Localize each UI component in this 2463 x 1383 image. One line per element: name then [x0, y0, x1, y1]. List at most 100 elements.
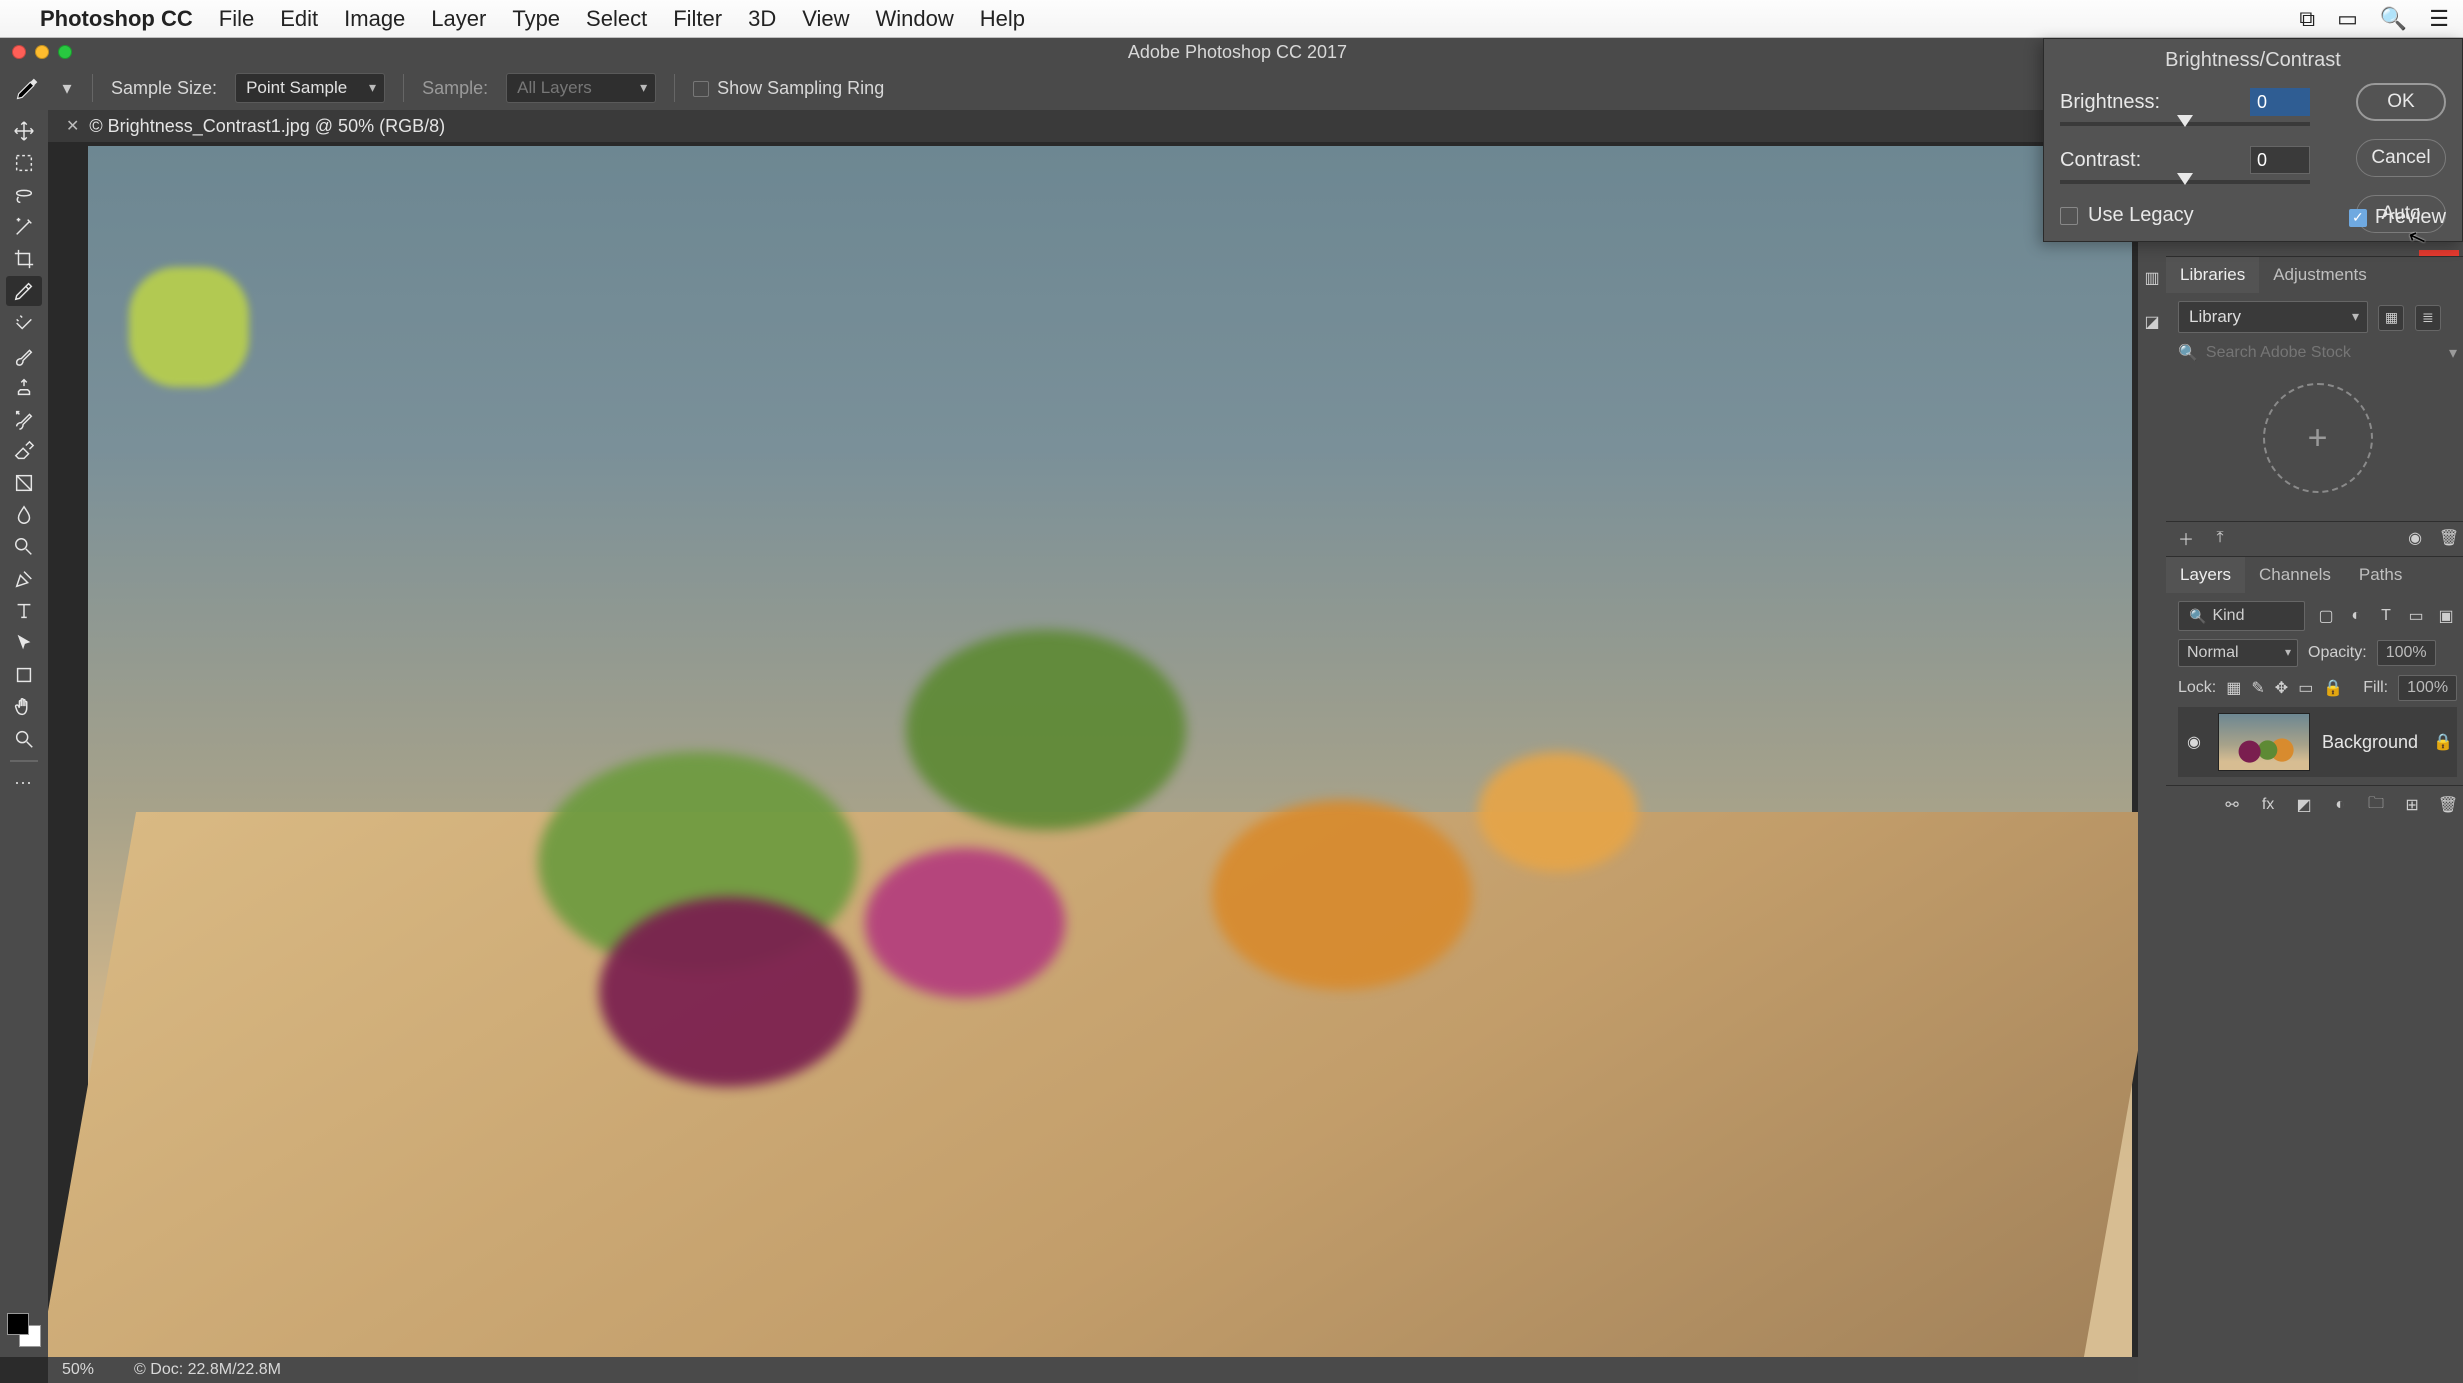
contrast-input[interactable] [2250, 146, 2310, 174]
layer-lock-icon[interactable]: 🔒 [2433, 732, 2453, 752]
cancel-button[interactable]: Cancel [2356, 139, 2446, 177]
new-layer-icon[interactable]: ⊞ [2401, 794, 2423, 816]
lock-transparent-icon[interactable]: ▦ [2226, 678, 2241, 698]
spot-heal-tool[interactable] [6, 308, 42, 338]
lock-artboard-icon[interactable]: ▭ [2298, 678, 2313, 698]
layer-thumbnail[interactable] [2218, 713, 2310, 771]
tab-paths[interactable]: Paths [2345, 557, 2416, 593]
history-brush-tool[interactable] [6, 404, 42, 434]
search-stock-input[interactable] [2206, 344, 2441, 362]
gradient-tool[interactable] [6, 468, 42, 498]
close-tab-icon[interactable]: ✕ [66, 116, 79, 136]
menu-layer[interactable]: Layer [431, 6, 486, 32]
preview-mode-icon[interactable]: ◉ [2405, 528, 2425, 548]
list-view-button[interactable]: ≣ [2415, 305, 2441, 331]
layer-mask-icon[interactable]: ◩ [2293, 794, 2315, 816]
tab-adjustments[interactable]: Adjustments [2259, 257, 2381, 293]
canvas-area[interactable] [48, 142, 2138, 1357]
lasso-tool[interactable] [6, 180, 42, 210]
preview-checkbox[interactable]: ✓ Preview [2349, 206, 2446, 229]
filter-type-icon[interactable]: T [2375, 605, 2397, 627]
menu-select[interactable]: Select [586, 6, 647, 32]
menu-type[interactable]: Type [512, 6, 560, 32]
hand-tool[interactable] [6, 692, 42, 722]
slider-thumb-icon[interactable] [2177, 115, 2193, 127]
document-tab[interactable]: ✕ © Brightness_Contrast1.jpg @ 50% (RGB/… [52, 110, 459, 142]
clone-stamp-tool[interactable] [6, 372, 42, 402]
menu-window[interactable]: Window [876, 6, 954, 32]
shape-tool[interactable] [6, 660, 42, 690]
eraser-tool[interactable] [6, 436, 42, 466]
grid-view-button[interactable]: ▦ [2378, 305, 2404, 331]
opacity-input[interactable]: 100% [2377, 640, 2436, 666]
layer-group-icon[interactable]: 🗀 [2365, 794, 2387, 816]
marquee-tool[interactable] [6, 148, 42, 178]
eyedropper-tool[interactable] [6, 276, 42, 306]
display-icon[interactable]: ▭ [2337, 6, 2358, 32]
show-sampling-ring-checkbox[interactable]: Show Sampling Ring [693, 78, 884, 99]
doc-info[interactable]: © Doc: 22.8M/22.8M [134, 1361, 281, 1379]
add-content-button[interactable]: ＋ [2176, 528, 2196, 548]
layer-kind-filter[interactable]: 🔍Kind [2178, 601, 2305, 631]
filter-pixel-icon[interactable]: ▢ [2315, 605, 2337, 627]
zoom-level[interactable]: 50% [62, 1361, 94, 1379]
histogram-panel-icon[interactable]: ▥ [2138, 264, 2166, 292]
type-tool[interactable] [6, 596, 42, 626]
edit-toolbar-button[interactable]: ⋯ [6, 768, 42, 798]
menu-3d[interactable]: 3D [748, 6, 776, 32]
app-menu[interactable]: Photoshop CC [40, 6, 193, 32]
link-layers-icon[interactable]: ⚯ [2221, 794, 2243, 816]
layer-row[interactable]: ◉ Background 🔒 [2178, 707, 2457, 777]
menu-image[interactable]: Image [344, 6, 405, 32]
ok-button[interactable]: OK [2356, 83, 2446, 121]
chevron-down-icon[interactable]: ▾ [2449, 343, 2457, 363]
menu-extras-icon[interactable]: ☰ [2429, 6, 2449, 32]
tool-preset-chevron-icon[interactable]: ▾ [60, 74, 74, 102]
move-tool[interactable] [6, 116, 42, 146]
slider-thumb-icon[interactable] [2177, 173, 2193, 185]
eyedropper-icon[interactable] [14, 74, 42, 102]
brightness-input[interactable] [2250, 88, 2310, 116]
trash-icon[interactable]: 🗑 [2439, 528, 2459, 548]
use-legacy-checkbox[interactable]: Use Legacy [2060, 204, 2310, 227]
filter-smart-icon[interactable]: ▣ [2435, 605, 2457, 627]
tab-libraries[interactable]: Libraries [2166, 257, 2259, 293]
brightness-slider[interactable] [2060, 122, 2310, 126]
crop-tool[interactable] [6, 244, 42, 274]
fill-input[interactable]: 100% [2398, 675, 2457, 701]
menu-help[interactable]: Help [980, 6, 1025, 32]
screen-record-icon[interactable]: ⧉ [2299, 6, 2315, 32]
blend-mode-dropdown[interactable]: Normal [2178, 639, 2298, 667]
zoom-tool[interactable] [6, 724, 42, 754]
spotlight-icon[interactable]: 🔍 [2380, 6, 2407, 32]
contrast-slider[interactable] [2060, 180, 2310, 184]
library-drop-target[interactable]: + [2263, 383, 2373, 493]
adjustment-layer-icon[interactable]: ◐ [2329, 794, 2351, 816]
filter-shape-icon[interactable]: ▭ [2405, 605, 2427, 627]
swatches-panel-icon[interactable]: ◪ [2138, 308, 2166, 336]
lock-position-icon[interactable]: ✥ [2275, 678, 2288, 698]
blur-tool[interactable] [6, 500, 42, 530]
brush-tool[interactable] [6, 340, 42, 370]
pen-tool[interactable] [6, 564, 42, 594]
filter-adjust-icon[interactable]: ◐ [2345, 605, 2367, 627]
library-dropdown[interactable]: Library [2178, 301, 2368, 333]
add-graphic-button[interactable]: ⤒ [2210, 528, 2230, 548]
menu-file[interactable]: File [219, 6, 254, 32]
foreground-color-swatch[interactable] [7, 1313, 29, 1335]
tab-layers[interactable]: Layers [2166, 557, 2245, 593]
window-minimize-button[interactable] [35, 45, 49, 59]
document-canvas[interactable] [88, 146, 2132, 1357]
lock-pixels-icon[interactable]: ✎ [2251, 678, 2264, 698]
tab-channels[interactable]: Channels [2245, 557, 2345, 593]
menu-view[interactable]: View [802, 6, 849, 32]
magic-wand-tool[interactable] [6, 212, 42, 242]
layer-name[interactable]: Background [2322, 732, 2421, 753]
layer-style-icon[interactable]: fx [2257, 794, 2279, 816]
menu-filter[interactable]: Filter [673, 6, 722, 32]
path-select-tool[interactable] [6, 628, 42, 658]
menu-edit[interactable]: Edit [280, 6, 318, 32]
sample-size-dropdown[interactable]: Point Sample [235, 73, 385, 103]
lock-all-icon[interactable]: 🔒 [2323, 678, 2343, 698]
delete-layer-icon[interactable]: 🗑 [2437, 794, 2459, 816]
